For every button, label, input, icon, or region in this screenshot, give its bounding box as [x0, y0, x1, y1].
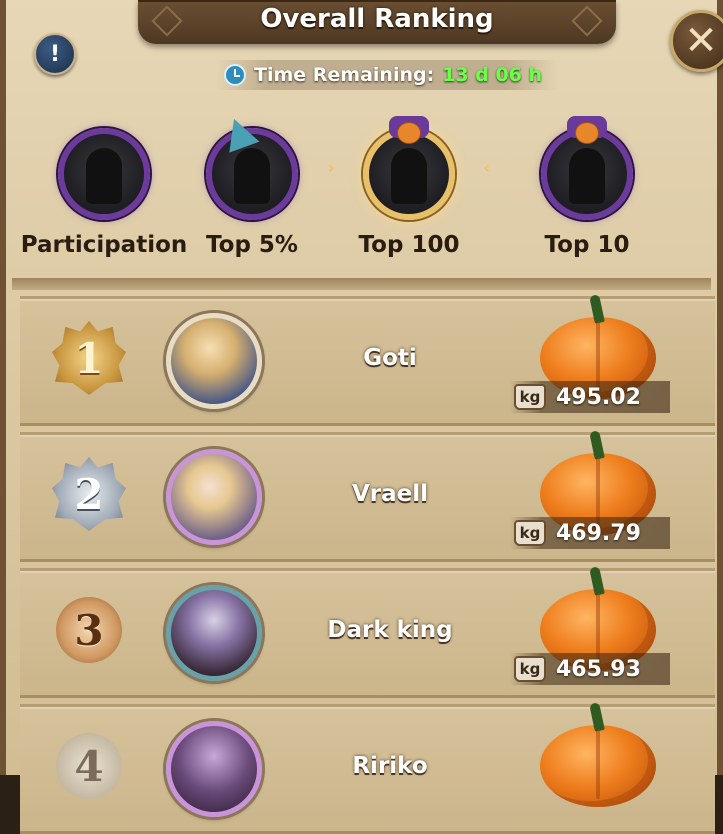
pumpkin-icon: [397, 122, 421, 144]
weight-value: 465.93: [556, 656, 641, 682]
kg-weight-icon: kg: [514, 384, 546, 410]
rank-4-badge-icon: 4: [56, 733, 122, 799]
info-button[interactable]: !: [34, 33, 76, 75]
ranking-row-1[interactable]: 1 Goti kg 495.02: [20, 296, 715, 426]
ranking-panel: Overall Ranking ! ✕ Time Remaining: 13 d…: [0, 0, 723, 834]
tier-label: Top 100: [358, 232, 460, 258]
ranking-row-2[interactable]: 2 Vraell kg 469.79: [20, 432, 715, 562]
tier-label: Top 5%: [206, 232, 298, 258]
exclamation-icon: !: [49, 41, 61, 67]
avatar[interactable]: [166, 449, 262, 545]
kg-weight-icon: kg: [514, 656, 546, 682]
time-remaining: Time Remaining: 13 d 06 h: [216, 60, 559, 90]
selection-arrow-icon: ›: [328, 158, 335, 177]
rank-1-badge-icon: 1: [52, 321, 126, 395]
title-banner: Overall Ranking: [138, 0, 616, 44]
pumpkin-icon: [540, 725, 656, 807]
rank-3-badge-icon: 3: [56, 597, 122, 663]
kg-weight-icon: kg: [514, 520, 546, 546]
player-name: Ririko: [352, 753, 428, 779]
weight-display: kg 495.02: [510, 381, 670, 413]
tier-label: Participation: [20, 232, 188, 258]
ranking-row-3[interactable]: 3 Dark king kg 465.93: [20, 568, 715, 698]
weight-display: kg 465.93: [510, 653, 670, 685]
ranking-row-4[interactable]: 4 Ririko: [20, 704, 715, 834]
tier-label: Top 10: [544, 232, 630, 258]
player-name: Vraell: [351, 481, 429, 507]
avatar[interactable]: [166, 721, 262, 817]
close-icon: ✕: [684, 18, 718, 64]
divider: [12, 278, 711, 290]
weight-value: 495.02: [556, 384, 641, 410]
timer-value: 13 d 06 h: [442, 64, 543, 86]
timer-label: Time Remaining:: [254, 64, 435, 86]
tier-participation[interactable]: Participation: [19, 108, 189, 268]
clock-icon: [224, 64, 246, 86]
avatar[interactable]: [166, 313, 262, 409]
avatar-frame-icon: [58, 128, 150, 220]
pumpkin-icon: [575, 122, 599, 144]
weight-value: 469.79: [556, 520, 641, 546]
weight-display: kg 469.79: [510, 517, 670, 549]
tier-top-100[interactable]: › ‹ Top 100: [324, 108, 494, 268]
tier-top-5-percent[interactable]: Top 5%: [167, 108, 337, 268]
avatar[interactable]: [166, 585, 262, 681]
player-name: Dark king: [327, 617, 453, 643]
tier-top-10[interactable]: Top 10: [502, 108, 672, 268]
player-name: Goti: [363, 345, 417, 371]
rank-2-badge-icon: 2: [52, 457, 126, 531]
close-button[interactable]: ✕: [670, 10, 723, 72]
page-title: Overall Ranking: [260, 4, 494, 34]
selection-arrow-icon: ‹: [483, 158, 490, 177]
